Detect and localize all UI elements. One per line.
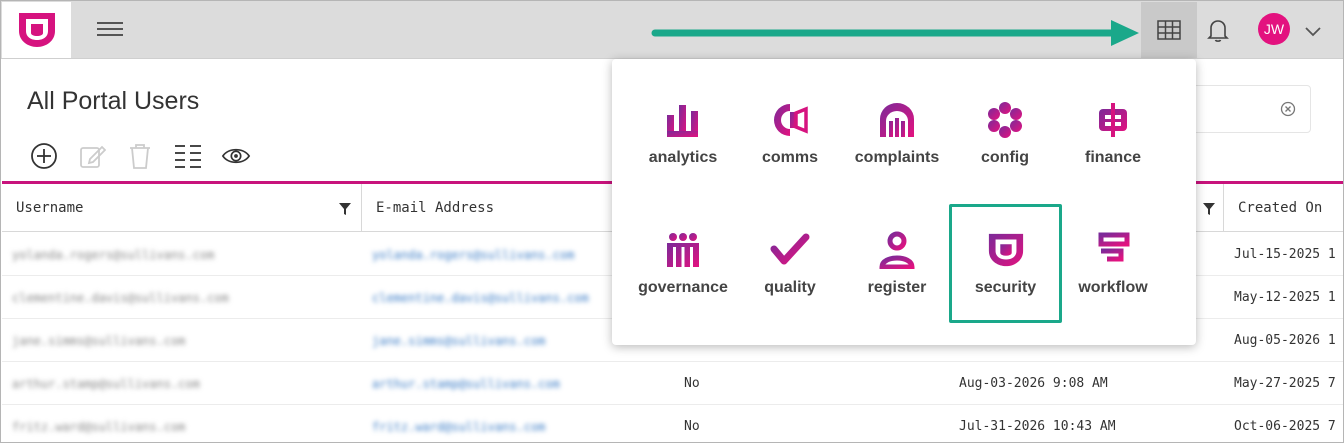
app-label: governance	[638, 279, 728, 296]
app-label: security	[974, 279, 1037, 296]
app-label: comms	[761, 149, 819, 166]
filter-icon[interactable]	[338, 202, 352, 216]
workflow-icon	[1098, 232, 1130, 265]
app-item-analytics[interactable]: analytics	[629, 101, 737, 167]
username-cell: clementine.davis@sullivans.com	[12, 290, 229, 305]
date-cell: Aug-03-2026 9:08 AM	[959, 376, 1108, 391]
app-item-complaints[interactable]: complaints	[843, 101, 951, 167]
page-title: All Portal Users	[27, 87, 200, 115]
column-header-username[interactable]: Username	[2, 184, 362, 232]
app-item-security[interactable]: security	[949, 204, 1062, 323]
comms-icon	[774, 104, 808, 136]
app-item-comms[interactable]: comms	[736, 101, 844, 167]
app-item-finance[interactable]: finance	[1059, 101, 1167, 167]
created-cell: Aug-05-2026 1	[1234, 333, 1336, 348]
avatar[interactable]: JW	[1258, 13, 1290, 45]
app-item-quality[interactable]: quality	[736, 231, 844, 297]
username-cell: arthur.stamp@sullivans.com	[12, 376, 200, 391]
clear-circle-icon[interactable]	[1280, 101, 1296, 121]
flag-cell: No	[684, 376, 700, 391]
email-link[interactable]: fritz.ward@sullivans.com	[372, 405, 612, 443]
security-icon	[988, 233, 1023, 267]
chevron-down-icon[interactable]	[1304, 23, 1322, 42]
hamburger-icon[interactable]	[97, 18, 123, 42]
email-link[interactable]: jane.simms@sullivans.com	[372, 319, 612, 362]
app-grid-icon[interactable]	[1141, 2, 1197, 58]
created-cell: Oct-06-2025 7	[1234, 419, 1336, 434]
register-icon	[879, 231, 915, 269]
username-cell: jane.simms@sullivans.com	[12, 333, 186, 348]
app-item-register[interactable]: register	[843, 231, 951, 297]
date-cell: Jul-31-2026 10:43 AM	[959, 419, 1116, 434]
columns-icon[interactable]	[173, 141, 203, 171]
app-label: analytics	[648, 149, 718, 166]
top-bar: JW	[1, 1, 1343, 59]
app-label: config	[981, 149, 1029, 166]
table-row[interactable]: arthur.stamp@sullivans.com arthur.stamp@…	[2, 362, 1343, 405]
config-icon	[988, 102, 1022, 138]
app-label: register	[867, 279, 927, 296]
username-cell: fritz.ward@sullivans.com	[12, 419, 186, 434]
email-link[interactable]: arthur.stamp@sullivans.com	[372, 362, 612, 405]
quality-icon	[770, 233, 810, 265]
username-cell: yolanda.rogers@sullivans.com	[12, 247, 215, 262]
finance-icon	[1099, 103, 1127, 137]
created-cell: May-27-2025 7	[1234, 376, 1336, 391]
app-item-workflow[interactable]: workflow	[1059, 231, 1167, 297]
app-label: quality	[764, 279, 816, 296]
app-item-config[interactable]: config	[951, 101, 1059, 167]
view-icon[interactable]	[221, 141, 251, 171]
app-launcher-menu: analytics comms complaints config financ…	[612, 59, 1196, 345]
app-label: workflow	[1078, 279, 1148, 296]
filter-icon[interactable]	[1202, 202, 1216, 216]
toolbar	[29, 141, 251, 171]
edit-icon[interactable]	[77, 141, 107, 171]
flag-cell: No	[684, 419, 700, 434]
complaints-icon	[880, 103, 914, 137]
column-header-created-on[interactable]: Created On	[1224, 184, 1343, 232]
pointer-arrow	[651, 20, 1139, 46]
app-label: complaints	[854, 149, 940, 166]
bell-icon[interactable]	[1205, 17, 1231, 47]
column-header-email[interactable]: E-mail Address	[362, 184, 612, 232]
app-label: finance	[1084, 149, 1141, 166]
analytics-icon	[667, 105, 698, 137]
delete-icon[interactable]	[125, 141, 155, 171]
email-link[interactable]: yolanda.rogers@sullivans.com	[372, 233, 612, 276]
column-header-date[interactable]	[1196, 184, 1224, 232]
email-link[interactable]: clementine.davis@sullivans.com	[372, 276, 612, 319]
created-cell: Jul-15-2025 1	[1234, 247, 1336, 262]
app-item-governance[interactable]: governance	[629, 231, 737, 297]
add-icon[interactable]	[29, 141, 59, 171]
table-row[interactable]: fritz.ward@sullivans.com fritz.ward@sull…	[2, 405, 1343, 443]
shield-logo-icon[interactable]	[2, 2, 71, 58]
created-cell: May-12-2025 1	[1234, 290, 1336, 305]
governance-icon	[667, 233, 699, 267]
